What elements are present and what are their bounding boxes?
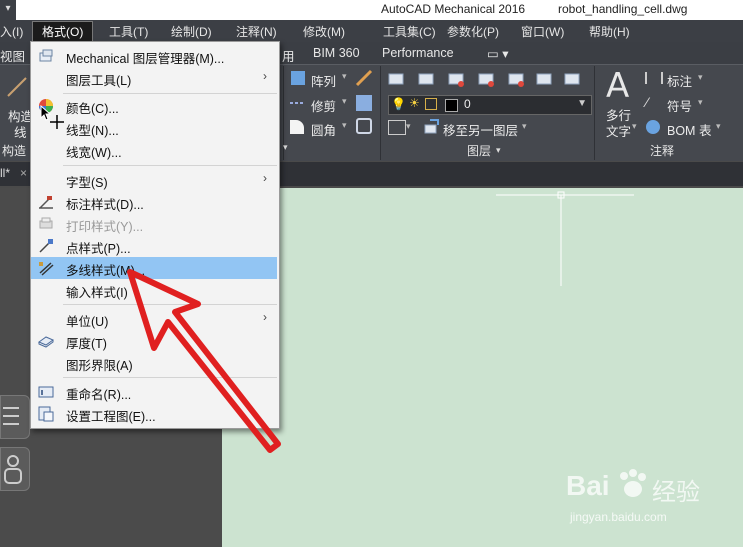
submenu-arrow-icon: › <box>263 69 267 83</box>
menu-item-point-style[interactable]: 点样式(P)... <box>31 235 277 257</box>
block-icon[interactable] <box>356 95 372 111</box>
menu-draw[interactable]: 绘制(D) <box>171 23 212 40</box>
layer-dropdown-arrow-icon: ▼ <box>577 98 587 109</box>
layer-thaw-icon: ☀ <box>409 96 420 110</box>
paw-logo-icon <box>616 468 648 500</box>
panel-layers-label: 图层 <box>467 144 492 158</box>
move-to-layer-icon <box>424 119 440 135</box>
layer-dropdown[interactable]: 💡 ☀ 0 ▼ <box>388 95 592 115</box>
menu-modify[interactable]: 修改(M) <box>303 23 345 40</box>
thickness-icon <box>38 336 54 348</box>
panel-annotation-label: 注释 <box>650 144 675 158</box>
menu-item-layer-tools[interactable]: 图层工具(L) › <box>31 67 277 89</box>
close-tab-icon[interactable]: × <box>20 166 27 180</box>
properties-palette-icon[interactable] <box>0 395 30 439</box>
file-name: robot_handling_cell.dwg <box>558 2 688 16</box>
trim-icon <box>290 96 304 110</box>
array-button[interactable]: 阵列 <box>311 71 336 90</box>
tab-extra-dropdown[interactable]: ▭ ▾ <box>487 46 509 61</box>
baidu-watermark: Bai 经验 jingyan.baidu.com <box>560 462 740 532</box>
document-tab[interactable]: ll* <box>0 166 10 180</box>
watermark-brand-suffix: 经验 <box>652 479 700 506</box>
menu-item-dimension-style[interactable]: 标注样式(D)... <box>31 191 277 213</box>
current-layer-name: 0 <box>464 97 471 111</box>
tab-bim360[interactable]: BIM 360 <box>313 46 360 60</box>
dimension-icon <box>645 72 663 84</box>
move-to-layer-button[interactable]: 移至另一图层 <box>443 120 518 139</box>
rename-icon <box>38 386 54 398</box>
menu-help[interactable]: 帮助(H) <box>589 23 630 40</box>
multiline-style-icon <box>39 262 54 276</box>
watermark-url: jingyan.baidu.com <box>570 510 667 524</box>
menu-format[interactable]: 格式(O) <box>32 21 94 42</box>
menu-item-text-style[interactable]: 字型(S) › <box>31 169 277 191</box>
menu-tools[interactable]: 工具(T) <box>109 23 148 40</box>
menu-toolsets[interactable]: 工具集(C) <box>383 23 436 40</box>
layer-state-icon[interactable] <box>388 120 406 135</box>
title-bar: ▾ AutoCAD Mechanical 2016 robot_handling… <box>0 0 743 20</box>
bom-button[interactable]: BOM 表 <box>667 120 711 139</box>
edit-polyline-icon[interactable] <box>356 118 372 134</box>
annotation-arrow <box>127 269 281 453</box>
layer-on-icon: 💡 <box>391 97 406 111</box>
drawing-setup-icon <box>38 406 54 422</box>
menu-bar: 入(I) 格式(O) 工具(T) 绘制(D) 注释(N) 修改(M) 工具集(C… <box>0 20 743 42</box>
array-icon <box>291 71 305 85</box>
bom-icon <box>646 120 660 134</box>
fillet-button[interactable]: 圆角 <box>311 120 336 139</box>
quick-access-dropdown[interactable]: ▾ <box>0 0 16 20</box>
menu-window[interactable]: 窗口(W) <box>521 23 564 40</box>
menu-insert[interactable]: 入(I) <box>0 23 23 40</box>
construction-line-label-2: 线 <box>14 126 27 140</box>
tab-performance[interactable]: Performance <box>382 46 454 60</box>
submenu-arrow-icon: › <box>263 171 267 185</box>
tab-view[interactable]: 视图 <box>0 46 25 65</box>
construction-line-icon[interactable] <box>6 76 28 98</box>
watermark-brand: Bai <box>566 470 610 501</box>
symbol-button[interactable]: 符号 <box>667 96 692 115</box>
menu-item-lineweight[interactable]: 线宽(W)... <box>31 139 277 161</box>
user-palette-icon[interactable] <box>0 447 30 491</box>
menu-item-plot-style[interactable]: 打印样式(Y)... <box>31 213 277 235</box>
menu-item-color[interactable]: 颜色(C)... <box>31 95 277 117</box>
symbol-icon: ⁄ <box>646 94 649 110</box>
layer-manager-icon <box>39 49 53 62</box>
point-style-icon <box>39 239 53 253</box>
app-title: AutoCAD Mechanical 2016 <box>381 2 526 16</box>
menu-annotate[interactable]: 注释(N) <box>236 23 277 40</box>
layer-lock-icon <box>425 98 437 110</box>
match-properties-icon[interactable] <box>355 69 373 87</box>
fillet-icon <box>290 120 304 134</box>
dimension-button[interactable]: 标注 <box>667 71 692 90</box>
layer-tools-icon-row <box>387 70 587 88</box>
menu-parametric[interactable]: 参数化(P) <box>447 23 499 40</box>
multiline-text-icon[interactable]: A <box>606 66 629 106</box>
plot-style-icon <box>39 217 53 229</box>
multiline-text-label-2: 文字 <box>606 125 632 139</box>
dim-style-icon <box>39 196 53 209</box>
menu-item-linetype[interactable]: 线型(N)... <box>31 117 277 139</box>
menu-item-mechanical-layer-manager[interactable]: Mechanical 图层管理器(M)... <box>31 45 277 67</box>
panel-construct-label: 构造 <box>2 144 27 158</box>
trim-button[interactable]: 修剪 <box>311 96 336 115</box>
layer-color-swatch <box>445 99 458 112</box>
tab-apps[interactable]: 用 <box>282 46 295 65</box>
